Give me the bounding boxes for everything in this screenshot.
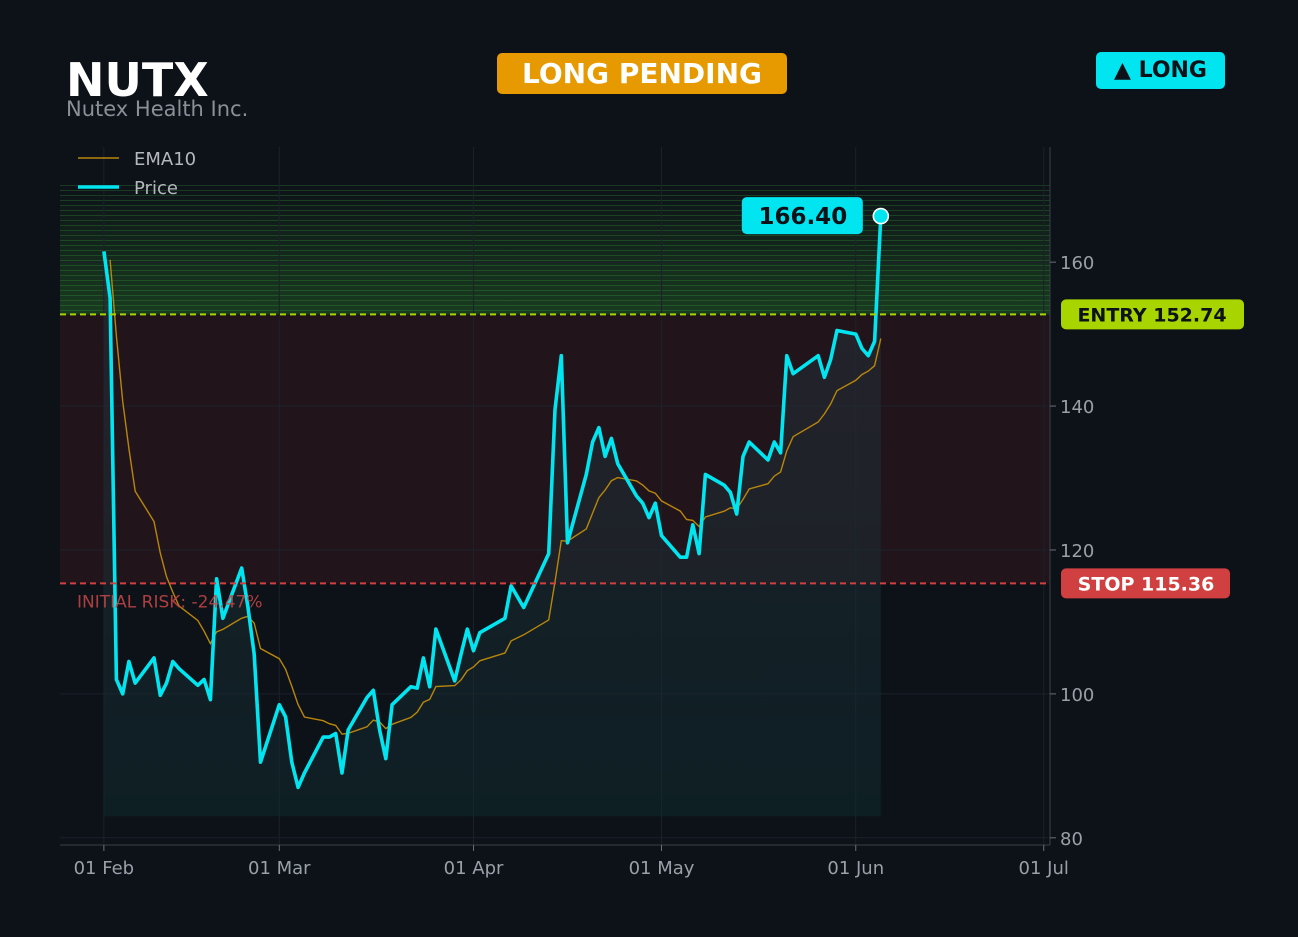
x-tick-label: 01 Apr: [444, 858, 504, 879]
legend-ema10-label: EMA10: [134, 149, 196, 170]
price-chart: ENTRY 152.74 STOP 115.36 INITIAL RISK: -24…: [60, 147, 1244, 879]
y-tick-label: 100: [1060, 685, 1094, 706]
y-tick-label: 80: [1060, 829, 1083, 850]
y-tick-label: 120: [1060, 541, 1094, 562]
target-zone-lines: [60, 182, 1050, 315]
y-tick-label: 140: [1060, 397, 1094, 418]
x-tick-label: 01 Jul: [1019, 858, 1069, 879]
stop-label: STOP 115.36: [1078, 573, 1215, 595]
last-price-marker: [872, 207, 890, 225]
entry-label: ENTRY 152.74: [1077, 304, 1226, 326]
x-tick-label: 01 May: [629, 858, 695, 879]
x-tick-label: 01 Jun: [827, 858, 884, 879]
x-tick-label: 01 Mar: [248, 858, 311, 879]
legend-price-label: Price: [134, 178, 178, 199]
initial-risk-label: INITIAL RISK: -24.47%: [77, 592, 263, 612]
last-price-label: 166.40: [758, 204, 847, 230]
y-tick-label: 160: [1060, 253, 1094, 274]
x-tick-label: 01 Feb: [74, 858, 135, 879]
